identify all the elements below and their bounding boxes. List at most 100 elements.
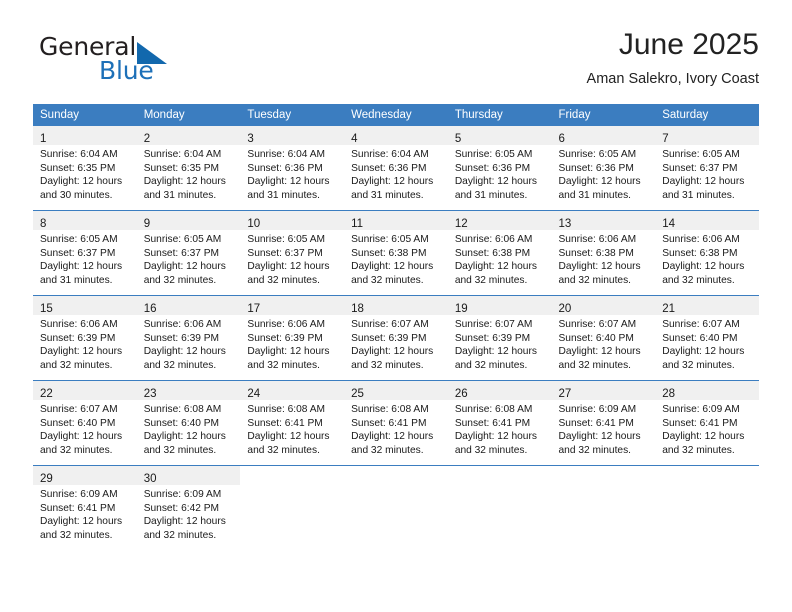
daylight-text-line2: and 32 minutes. [143, 529, 217, 541]
calendar-day-cell-empty [447, 466, 552, 550]
calendar-day-cell[interactable]: 15 Sunrise: 6:06 AM Sunset: 6:39 PM Dayligh… [33, 296, 137, 380]
weekday-header-saturday: Saturday [655, 104, 759, 126]
sunrise-text: Sunrise: 6:06 AM [40, 319, 118, 330]
daylight-text-line2: and 31 minutes. [40, 274, 113, 286]
sunrise-text: Sunrise: 6:05 AM [351, 234, 429, 245]
daylight-text-line2: and 32 minutes. [351, 274, 424, 286]
day-details: Sunrise: 6:06 AM Sunset: 6:38 PM Daylight:… [655, 230, 759, 287]
sunset-text: Sunset: 6:40 PM [143, 417, 220, 429]
daylight-text-line2: and 32 minutes. [558, 274, 632, 286]
calendar-day-cell[interactable]: 11 Sunrise: 6:05 AM Sunset: 6:38 PM Dayligh… [344, 211, 448, 295]
calendar-day-cell[interactable]: 28 Sunrise: 6:09 AM Sunset: 6:41 PM Dayligh… [655, 381, 759, 465]
calendar-day-cell[interactable]: 20 Sunrise: 6:07 AM Sunset: 6:40 PM Dayligh… [551, 296, 656, 380]
day-number: 30 [143, 473, 157, 485]
sunset-text: Sunset: 6:37 PM [40, 247, 116, 259]
daylight-text-line1: Daylight: 12 hours [143, 431, 226, 443]
daylight-text-line1: Daylight: 12 hours [247, 431, 330, 443]
daylight-text-line2: and 32 minutes. [143, 444, 217, 456]
daylight-text-line2: and 32 minutes. [247, 444, 320, 456]
calendar-day-cell[interactable]: 3 Sunrise: 6:04 AM Sunset: 6:36 PM Daylight… [240, 126, 345, 210]
sunset-text: Sunset: 6:39 PM [351, 332, 427, 344]
day-details: Sunrise: 6:06 AM Sunset: 6:39 PM Daylight:… [240, 315, 344, 372]
calendar-day-cell[interactable]: 21 Sunrise: 6:07 AM Sunset: 6:40 PM Dayligh… [655, 296, 759, 380]
day-details: Sunrise: 6:05 AM Sunset: 6:37 PM Daylight:… [137, 230, 241, 287]
sunrise-text: Sunrise: 6:07 AM [40, 404, 118, 415]
day-details: Sunrise: 6:09 AM Sunset: 6:42 PM Daylight:… [137, 485, 241, 542]
daylight-text-line2: and 31 minutes. [662, 189, 735, 201]
calendar-day-cell[interactable]: 1 Sunrise: 6:04 AM Sunset: 6:35 PM Daylight… [33, 126, 137, 210]
sunrise-text: Sunrise: 6:04 AM [351, 149, 429, 160]
calendar-day-cell[interactable]: 17 Sunrise: 6:06 AM Sunset: 6:39 PM Dayligh… [240, 296, 345, 380]
day-number: 18 [351, 303, 364, 315]
day-number: 7 [662, 133, 669, 145]
calendar-body: 1 Sunrise: 6:04 AM Sunset: 6:35 PM Daylight… [33, 126, 759, 550]
calendar-day-cell[interactable]: 10 Sunrise: 6:05 AM Sunset: 6:37 PM Dayligh… [240, 211, 345, 295]
day-number-bar: 9 [136, 211, 241, 230]
calendar-week-row: 1 Sunrise: 6:04 AM Sunset: 6:35 PM Daylight… [33, 126, 759, 211]
calendar-day-cell[interactable]: 22 Sunrise: 6:07 AM Sunset: 6:40 PM Dayligh… [33, 381, 137, 465]
calendar-day-cell[interactable]: 13 Sunrise: 6:06 AM Sunset: 6:38 PM Dayligh… [551, 211, 656, 295]
day-details: Sunrise: 6:05 AM Sunset: 6:37 PM Daylight:… [33, 230, 137, 287]
day-number-bar: 1 [33, 126, 137, 145]
day-number: 21 [662, 303, 676, 315]
day-number-bar: 16 [136, 296, 241, 315]
day-number: 4 [351, 133, 358, 145]
daylight-text-line2: and 32 minutes. [247, 359, 320, 371]
daylight-text-line2: and 32 minutes. [662, 359, 735, 371]
calendar-day-cell[interactable]: 14 Sunrise: 6:06 AM Sunset: 6:38 PM Dayligh… [655, 211, 759, 295]
calendar-day-cell[interactable]: 29 Sunrise: 6:09 AM Sunset: 6:41 PM Dayligh… [33, 466, 137, 550]
day-number: 8 [40, 218, 47, 230]
calendar-day-cell[interactable]: 27 Sunrise: 6:09 AM Sunset: 6:41 PM Dayligh… [551, 381, 656, 465]
day-details: Sunrise: 6:05 AM Sunset: 6:36 PM Daylight:… [552, 145, 656, 202]
calendar-day-cell[interactable]: 12 Sunrise: 6:06 AM Sunset: 6:38 PM Dayligh… [447, 211, 552, 295]
daylight-text-line1: Daylight: 12 hours [558, 261, 641, 273]
sunrise-text: Sunrise: 6:05 AM [40, 234, 118, 245]
daylight-text-line1: Daylight: 12 hours [454, 176, 537, 188]
daylight-text-line1: Daylight: 12 hours [143, 516, 226, 528]
day-number-bar: 13 [551, 211, 656, 230]
calendar-day-cell[interactable]: 19 Sunrise: 6:07 AM Sunset: 6:39 PM Dayligh… [447, 296, 552, 380]
day-number-bar: 17 [240, 296, 345, 315]
calendar-day-cell[interactable]: 25 Sunrise: 6:08 AM Sunset: 6:41 PM Dayligh… [344, 381, 448, 465]
daylight-text-line1: Daylight: 12 hours [40, 516, 123, 528]
sunset-text: Sunset: 6:41 PM [454, 417, 531, 429]
day-number-bar: 28 [655, 381, 759, 400]
calendar-week-row: 15 Sunrise: 6:06 AM Sunset: 6:39 PM Dayligh… [33, 295, 759, 381]
sunset-text: Sunset: 6:41 PM [247, 417, 323, 429]
calendar-day-cell[interactable]: 24 Sunrise: 6:08 AM Sunset: 6:41 PM Dayligh… [240, 381, 345, 465]
daylight-text-line2: and 31 minutes. [247, 189, 320, 201]
calendar-day-cell[interactable]: 5 Sunrise: 6:05 AM Sunset: 6:36 PM Daylight… [447, 126, 552, 210]
calendar-day-cell[interactable]: 8 Sunrise: 6:05 AM Sunset: 6:37 PM Daylight… [33, 211, 137, 295]
calendar-day-cell[interactable]: 7 Sunrise: 6:05 AM Sunset: 6:37 PM Daylight… [655, 126, 759, 210]
page-header: General Blue June 2025 Aman Salekro, Ivo… [33, 28, 759, 90]
daylight-text-line1: Daylight: 12 hours [662, 261, 745, 273]
sunrise-text: Sunrise: 6:05 AM [662, 149, 740, 160]
day-number: 10 [247, 218, 261, 230]
calendar-day-cell[interactable]: 4 Sunrise: 6:04 AM Sunset: 6:36 PM Daylight… [344, 126, 448, 210]
general-blue-logo[interactable]: General Blue [39, 32, 229, 90]
calendar-day-cell[interactable]: 16 Sunrise: 6:06 AM Sunset: 6:39 PM Dayligh… [136, 296, 241, 380]
calendar-day-cell[interactable]: 26 Sunrise: 6:08 AM Sunset: 6:41 PM Dayligh… [447, 381, 552, 465]
calendar-day-cell[interactable]: 6 Sunrise: 6:05 AM Sunset: 6:36 PM Daylight… [551, 126, 656, 210]
day-details: Sunrise: 6:08 AM Sunset: 6:41 PM Daylight:… [344, 400, 448, 457]
calendar-day-cell[interactable]: 9 Sunrise: 6:05 AM Sunset: 6:37 PM Daylight… [136, 211, 241, 295]
weekday-header-thursday: Thursday [447, 104, 552, 126]
daylight-text-line1: Daylight: 12 hours [247, 346, 330, 358]
day-number-bar: 26 [447, 381, 552, 400]
daylight-text-line1: Daylight: 12 hours [662, 176, 745, 188]
calendar-day-cell[interactable]: 2 Sunrise: 6:04 AM Sunset: 6:35 PM Daylight… [136, 126, 241, 210]
day-number: 15 [40, 303, 53, 315]
day-details: Sunrise: 6:09 AM Sunset: 6:41 PM Daylight:… [552, 400, 656, 457]
day-details: Sunrise: 6:05 AM Sunset: 6:37 PM Daylight:… [240, 230, 344, 287]
daylight-text-line1: Daylight: 12 hours [454, 346, 537, 358]
calendar-table: Sunday Monday Tuesday Wednesday Thursday… [33, 104, 759, 550]
day-details: Sunrise: 6:06 AM Sunset: 6:39 PM Daylight:… [137, 315, 241, 372]
day-details: Sunrise: 6:06 AM Sunset: 6:38 PM Daylight:… [552, 230, 656, 287]
daylight-text-line1: Daylight: 12 hours [143, 261, 226, 273]
day-number: 29 [40, 473, 53, 485]
calendar-day-cell[interactable]: 23 Sunrise: 6:08 AM Sunset: 6:40 PM Dayligh… [136, 381, 241, 465]
calendar-day-cell[interactable]: 30 Sunrise: 6:09 AM Sunset: 6:42 PM Dayligh… [136, 466, 241, 550]
sunset-text: Sunset: 6:37 PM [662, 162, 738, 174]
daylight-text-line2: and 32 minutes. [351, 444, 424, 456]
calendar-day-cell[interactable]: 18 Sunrise: 6:07 AM Sunset: 6:39 PM Dayligh… [344, 296, 448, 380]
